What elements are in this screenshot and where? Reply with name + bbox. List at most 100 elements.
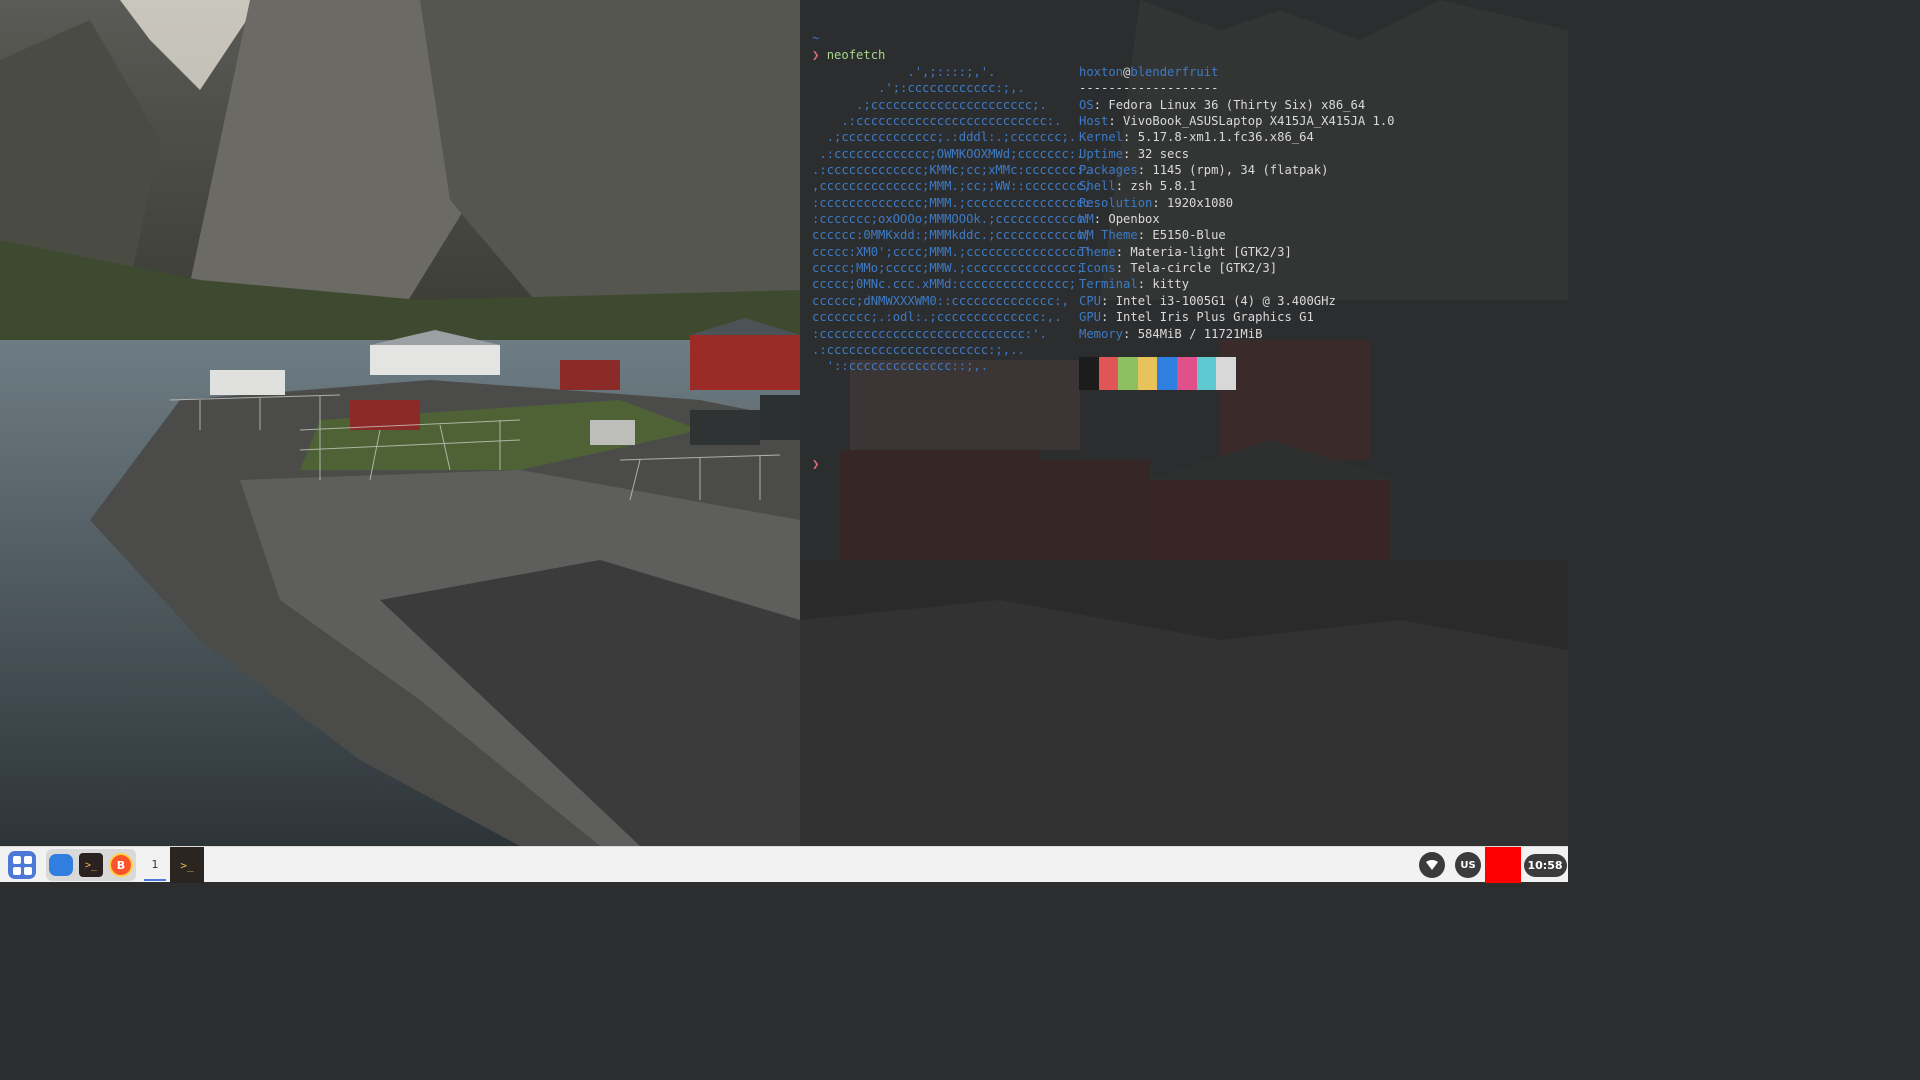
info-key: Shell — [1079, 179, 1116, 194]
taskbar: >_ B 1 >_ US 10:58 — [0, 846, 1568, 883]
info-value: : Intel i3-1005G1 (4) @ 3.400GHz — [1101, 293, 1336, 308]
info-key: CPU — [1079, 293, 1102, 308]
separator-line: ------------------- — [1079, 81, 1219, 96]
info-value: : 5.17.8-xm1.1.fc36.x86_64 — [1123, 130, 1314, 145]
brave-browser-icon[interactable]: B — [109, 853, 133, 877]
info-row: CPU: Intel i3-1005G1 (4) @ 3.400GHz — [1079, 293, 1395, 309]
info-key: Uptime — [1079, 146, 1124, 161]
info-value: : Fedora Linux 36 (Thirty Six) x86_64 — [1093, 97, 1366, 112]
palette-swatch — [1137, 357, 1158, 390]
palette-swatch — [1157, 357, 1177, 390]
terminal-task-icon: >_ — [180, 858, 194, 872]
network-tray[interactable] — [1418, 849, 1446, 881]
info-key: Host — [1079, 114, 1109, 129]
info-key: WM Theme — [1079, 228, 1138, 243]
keyboard-layout-label: US — [1455, 852, 1481, 878]
color-palette — [1079, 357, 1236, 390]
ascii-line: cccccccc;.:odl:.;cccccccccccccc:,. — [812, 310, 1062, 325]
app-launcher-button[interactable] — [6, 849, 38, 881]
info-value: : E5150-Blue — [1137, 228, 1226, 243]
ascii-line: .:ccccccccccccc;OWMKOOXMWd;ccccccc:. — [812, 146, 1084, 161]
ascii-line: .:ccccccccccccc;KMMc;cc;xMMc:ccccccc:. — [812, 163, 1091, 178]
tray-red-block[interactable] — [1485, 847, 1521, 883]
files-icon[interactable] — [49, 854, 73, 876]
info-row: Terminal: kitty — [1079, 276, 1395, 292]
ascii-line: :cccccccccccccc;MMM.;cccccccccccccccc: — [812, 195, 1091, 210]
ascii-line: ,cccccccccccccc;MMM.;cc;;WW::cccccccc, — [812, 179, 1091, 194]
pinned-apps: >_ B — [46, 849, 136, 881]
ascii-line: ccccc;0MNc.ccc.xMMd:ccccccccccccccc; — [812, 277, 1077, 292]
user-host: hoxton@blenderfruit — [1079, 64, 1395, 80]
info-value: : 32 secs — [1123, 146, 1190, 161]
info-value: : 1145 (rpm), 34 (flatpak) — [1137, 163, 1329, 178]
palette-swatch — [1079, 357, 1099, 390]
info-row: Uptime: 32 secs — [1079, 146, 1395, 162]
username: hoxton — [1079, 65, 1124, 79]
terminal-window[interactable]: ~ ❯ neofetch .',;::::;,'. .';:cccccccccc… — [800, 0, 1568, 846]
prompt-symbol: ❯ — [812, 48, 820, 62]
hostname: blenderfruit — [1130, 65, 1219, 79]
info-value: : kitty — [1137, 277, 1190, 292]
ascii-line: ccccc;MMo;ccccc;MMW.;ccccccccccccccc; — [812, 261, 1084, 276]
palette-swatch — [1176, 357, 1197, 390]
command-text: neofetch — [826, 48, 886, 62]
system-info: hoxton@blenderfruit ------------------- … — [1079, 64, 1395, 342]
info-row: Theme: Materia-light [GTK2/3] — [1079, 244, 1395, 260]
info-value: : 584MiB / 11721MiB — [1123, 326, 1263, 341]
info-value: : Intel Iris Plus Graphics G1 — [1101, 310, 1314, 325]
info-key: Memory — [1079, 326, 1124, 341]
clock[interactable]: 10:58 — [1523, 849, 1567, 881]
info-row: Icons: Tela-circle [GTK2/3] — [1079, 260, 1395, 276]
clock-time: 10:58 — [1523, 853, 1567, 877]
info-value: : Materia-light [GTK2/3] — [1115, 244, 1292, 259]
palette-swatch — [1216, 357, 1236, 390]
ascii-line: .;ccccccccccccc;.:dddl:.;ccccccc;. — [812, 130, 1077, 145]
info-key: OS — [1079, 97, 1094, 112]
info-key: Resolution — [1079, 195, 1153, 210]
info-row: Shell: zsh 5.8.1 — [1079, 178, 1395, 194]
palette-swatch — [1118, 357, 1138, 390]
info-row: Host: VivoBook_ASUSLaptop X415JA_X415JA … — [1079, 113, 1395, 129]
info-row: Resolution: 1920x1080 — [1079, 195, 1395, 211]
ascii-line: .:cccccccccccccccccccccccccc:. — [812, 114, 1062, 129]
keyboard-layout-indicator[interactable]: US — [1454, 849, 1482, 881]
info-value: : Openbox — [1093, 212, 1160, 227]
next-prompt[interactable]: ❯ — [812, 456, 819, 472]
ascii-line: .',;::::;,'. — [812, 65, 996, 79]
palette-swatch — [1196, 357, 1217, 390]
app-grid-icon — [8, 851, 36, 879]
info-value: : Tela-circle [GTK2/3] — [1115, 261, 1278, 276]
ascii-line: cccccc;dNMWXXXWM0::cccccccccccccc:, — [812, 293, 1069, 308]
info-row: WM Theme: E5150-Blue — [1079, 227, 1395, 243]
ascii-line: :cccccccccccccccccccccccccccc:'. — [812, 326, 1047, 341]
info-row: Kernel: 5.17.8-xm1.1.fc36.x86_64 — [1079, 129, 1395, 145]
info-value: : zsh 5.8.1 — [1115, 179, 1197, 194]
info-key: Theme — [1079, 244, 1116, 259]
desktop-wallpaper — [0, 0, 800, 846]
command-line: ❯ neofetch — [812, 47, 885, 63]
info-key: GPU — [1079, 310, 1102, 325]
info-row: Memory: 584MiB / 11721MiB — [1079, 326, 1395, 342]
ascii-line: :ccccccc;oxOOOo;MMMOOOk.;cccccccccccc: — [812, 212, 1091, 227]
palette-swatch — [1098, 357, 1119, 390]
prompt-symbol-2: ❯ — [812, 457, 820, 471]
fedora-ascii-logo: .',;::::;,'. .';:cccccccccccc:;,. .;cccc… — [812, 64, 1091, 375]
info-value: : VivoBook_ASUSLaptop X415JA_X415JA 1.0 — [1108, 114, 1395, 129]
info-row: OS: Fedora Linux 36 (Thirty Six) x86_64 — [1079, 97, 1395, 113]
ascii-line: .;cccccccccccccccccccccc;. — [812, 97, 1047, 112]
cwd-marker: ~ — [812, 31, 820, 45]
workspace-1[interactable]: 1 — [144, 849, 166, 881]
terminal-app-icon[interactable]: >_ — [79, 853, 103, 877]
info-key: WM — [1079, 212, 1094, 227]
ascii-line: ccccc:XM0';cccc;MMM.;cccccccccccccccc' — [812, 244, 1091, 259]
info-row: GPU: Intel Iris Plus Graphics G1 — [1079, 309, 1395, 325]
ascii-line: .:cccccccccccccccccccccc:;,.. — [812, 342, 1025, 357]
info-row: WM: Openbox — [1079, 211, 1395, 227]
ascii-line: '::cccccccccccccc::;,. — [812, 359, 989, 374]
info-key: Kernel — [1079, 130, 1124, 145]
info-row: Packages: 1145 (rpm), 34 (flatpak) — [1079, 162, 1395, 178]
terminal-content: ~ ❯ neofetch .',;::::;,'. .';:cccccccccc… — [800, 0, 1568, 846]
info-key: Packages — [1079, 163, 1138, 178]
info-value: : 1920x1080 — [1152, 195, 1234, 210]
task-kitty-terminal[interactable]: >_ — [170, 847, 204, 883]
